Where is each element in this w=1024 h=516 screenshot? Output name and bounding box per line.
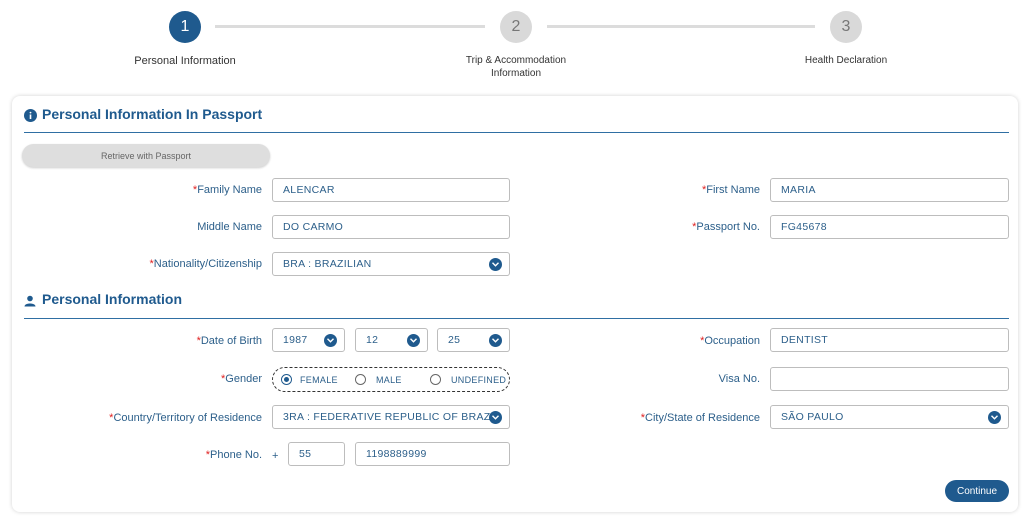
first-name-label: *First Name <box>701 184 760 196</box>
step-3-number: 3 <box>841 18 851 35</box>
country-label: *Country/Territory of Residence <box>109 412 262 424</box>
country-value: 3RA : FEDERATIVE REPUBLIC OF BRAZIL <box>283 411 500 423</box>
dob-year-value: 1987 <box>283 334 308 346</box>
person-icon <box>24 294 36 312</box>
passport-section-divider <box>24 132 1009 133</box>
passport-section-title: Personal Information In Passport <box>42 106 263 122</box>
chevron-down-icon <box>407 334 420 347</box>
occupation-label: *Occupation <box>700 335 760 347</box>
step-2-indicator: 2 <box>500 11 532 43</box>
step-2-label-line1: Trip & Accommodation <box>465 55 567 66</box>
middle-name-field[interactable]: DO CARMO <box>272 215 510 239</box>
retrieve-with-passport-button[interactable]: Retrieve with Passport <box>22 144 270 167</box>
chevron-down-icon <box>324 334 337 347</box>
gender-female-radio[interactable] <box>281 374 292 385</box>
phone-country-code-field[interactable]: 55 <box>288 442 345 466</box>
dob-label: *Date of Birth <box>196 335 262 347</box>
gender-male-radio[interactable] <box>355 374 366 385</box>
family-name-label: *Family Name <box>192 184 262 196</box>
nationality-label: *Nationality/Citizenship <box>149 258 263 270</box>
step-2-label-line2: Information <box>490 68 542 79</box>
step-1-number: 1 <box>180 18 190 35</box>
visa-no-label: Visa No. <box>718 373 760 385</box>
gender-male-label[interactable]: MALE <box>376 375 402 385</box>
nationality-value: BRA : BRAZILIAN <box>283 258 372 270</box>
family-name-field[interactable]: ALENCAR <box>272 178 510 202</box>
city-select[interactable]: SÃO PAULO <box>770 405 1009 429</box>
dob-year-select[interactable]: 1987 <box>272 328 345 352</box>
occupation-field[interactable]: DENTIST <box>770 328 1009 352</box>
step-2-number: 2 <box>511 18 521 35</box>
visa-no-field[interactable] <box>770 367 1009 391</box>
first-name-field[interactable]: MARIA <box>770 178 1009 202</box>
nationality-select[interactable]: BRA : BRAZILIAN <box>272 252 510 276</box>
step-connector-2 <box>547 25 815 28</box>
dob-month-value: 12 <box>366 334 379 346</box>
step-3-label: Health Declaration <box>804 55 888 66</box>
gender-label: *Gender <box>221 373 262 385</box>
chevron-down-icon <box>988 411 1001 424</box>
chevron-down-icon <box>489 411 502 424</box>
country-select[interactable]: 3RA : FEDERATIVE REPUBLIC OF BRAZIL <box>272 405 510 429</box>
gender-undefined-radio[interactable] <box>430 374 441 385</box>
phone-label: *Phone No. <box>205 449 262 461</box>
personal-section-title: Personal Information <box>42 291 183 307</box>
city-value: SÃO PAULO <box>781 411 844 423</box>
middle-name-label: Middle Name <box>197 221 262 233</box>
dob-day-select[interactable]: 25 <box>437 328 510 352</box>
step-connector-1 <box>215 25 485 28</box>
city-label: *City/State of Residence <box>640 412 760 424</box>
info-icon <box>24 109 37 127</box>
gender-female-label[interactable]: FEMALE <box>300 375 338 385</box>
dob-month-select[interactable]: 12 <box>355 328 428 352</box>
chevron-down-icon <box>489 334 502 347</box>
chevron-down-icon <box>489 258 502 271</box>
gender-undefined-label[interactable]: UNDEFINED <box>451 375 506 385</box>
phone-number-field[interactable]: 1198889999 <box>355 442 510 466</box>
passport-no-field[interactable]: FG45678 <box>770 215 1009 239</box>
step-3-indicator: 3 <box>830 11 862 43</box>
dob-day-value: 25 <box>448 334 461 346</box>
continue-button[interactable]: Continue <box>945 480 1009 502</box>
passport-no-label: *Passport No. <box>692 221 760 233</box>
step-1-label: Personal Information <box>134 55 236 67</box>
phone-plus-sign: + <box>272 450 279 462</box>
step-1-indicator: 1 <box>169 11 201 43</box>
gender-radio-group: FEMALE MALE UNDEFINED <box>272 367 510 392</box>
step-2-label: Trip & Accommodation Information <box>436 54 596 80</box>
personal-section-divider <box>24 318 1009 319</box>
